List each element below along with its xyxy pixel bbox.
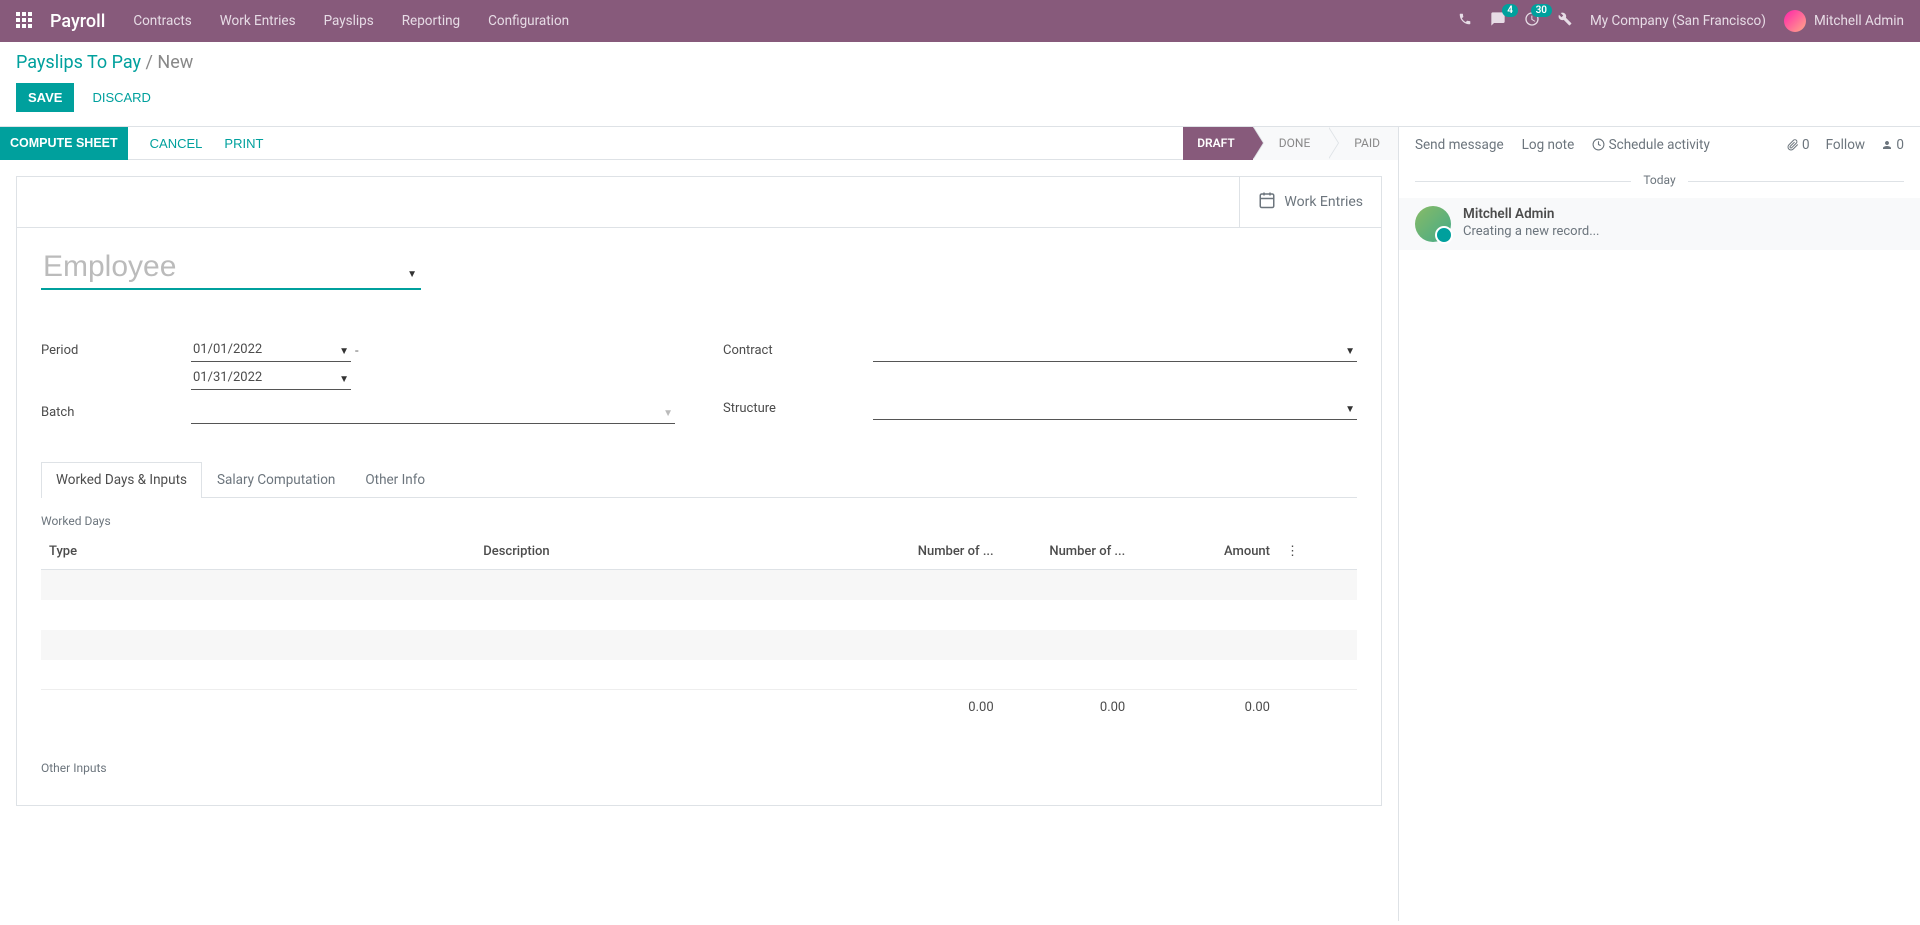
messages-icon[interactable]: 4	[1490, 11, 1506, 31]
other-inputs-heading: Other Inputs	[41, 761, 1357, 775]
messages-badge: 4	[1502, 4, 1518, 17]
form-sheet: Work Entries ▼ Period	[16, 176, 1382, 806]
total-amount: 0.00	[1133, 690, 1278, 726]
caret-down-icon: ▼	[663, 408, 673, 419]
col-type: Type	[41, 534, 475, 570]
stage-draft[interactable]: DRAFT	[1183, 127, 1253, 160]
nav-configuration[interactable]: Configuration	[488, 13, 569, 29]
table-row[interactable]	[41, 570, 1357, 600]
save-button[interactable]: SAVE	[16, 83, 74, 112]
follow-button[interactable]: Follow	[1826, 137, 1865, 153]
table-row[interactable]	[41, 630, 1357, 660]
nav-contracts[interactable]: Contracts	[133, 13, 191, 29]
period-from-input[interactable]: 01/01/2022 ▼	[191, 340, 351, 362]
work-entries-label: Work Entries	[1284, 194, 1363, 210]
print-button[interactable]: PRINT	[224, 136, 263, 151]
batch-input[interactable]: ▼	[191, 402, 675, 424]
calendar-icon	[1258, 191, 1276, 213]
message-author: Mitchell Admin	[1463, 206, 1600, 222]
work-entries-stat-button[interactable]: Work Entries	[1239, 177, 1381, 227]
message-body: Creating a new record...	[1463, 224, 1600, 239]
caret-down-icon: ▼	[339, 374, 349, 385]
nav-reporting[interactable]: Reporting	[402, 13, 460, 29]
cancel-button[interactable]: CANCEL	[150, 136, 203, 151]
period-to-input[interactable]: 01/31/2022 ▼	[191, 368, 351, 390]
breadcrumb-parent[interactable]: Payslips To Pay	[16, 52, 141, 73]
tab-other-info[interactable]: Other Info	[350, 462, 440, 497]
apps-icon[interactable]	[16, 12, 34, 30]
tabs: Worked Days & Inputs Salary Computation …	[41, 462, 1357, 498]
chatter-message: Mitchell Admin Creating a new record...	[1399, 198, 1920, 250]
send-message-link[interactable]: Send message	[1415, 137, 1504, 153]
stages: DRAFT DONE PAID	[1183, 127, 1398, 160]
app-brand: Payroll	[50, 11, 105, 32]
user-name: Mitchell Admin	[1814, 13, 1904, 29]
col-days: Number of ...	[870, 534, 1002, 570]
button-box: Work Entries	[17, 177, 1381, 228]
statusbar: COMPUTE SHEET CANCEL PRINT DRAFT DONE PA…	[0, 127, 1398, 160]
compute-sheet-button[interactable]: COMPUTE SHEET	[0, 127, 128, 160]
caret-down-icon: ▼	[1345, 346, 1355, 357]
employee-input[interactable]	[41, 246, 421, 290]
main-content: COMPUTE SHEET CANCEL PRINT DRAFT DONE PA…	[0, 126, 1920, 921]
worked-days-heading: Worked Days	[41, 514, 1357, 528]
schedule-activity-link[interactable]: Schedule activity	[1592, 137, 1710, 153]
debug-icon[interactable]	[1558, 12, 1572, 30]
table-row[interactable]	[41, 660, 1357, 690]
activities-icon[interactable]: 30	[1524, 11, 1540, 31]
activities-badge: 30	[1531, 4, 1552, 17]
chatter: Send message Log note Schedule activity …	[1398, 127, 1920, 921]
control-panel: Payslips To Pay / New SAVE DISCARD	[0, 42, 1920, 126]
chatter-date-separator: Today	[1399, 173, 1920, 188]
contract-input[interactable]: ▼	[873, 340, 1357, 362]
employee-field[interactable]: ▼	[41, 246, 421, 290]
total-days: 0.00	[870, 690, 1002, 726]
main-navbar: Payroll Contracts Work Entries Payslips …	[0, 0, 1920, 42]
user-avatar	[1784, 10, 1806, 32]
total-hours: 0.00	[1002, 690, 1134, 726]
log-note-link[interactable]: Log note	[1522, 137, 1575, 153]
caret-down-icon: ▼	[1345, 404, 1355, 415]
col-description: Description	[475, 534, 870, 570]
batch-label: Batch	[41, 402, 191, 420]
nav-menu: Contracts Work Entries Payslips Reportin…	[133, 13, 1458, 29]
tab-salary-computation[interactable]: Salary Computation	[202, 462, 350, 497]
caret-down-icon: ▼	[339, 346, 349, 357]
systray: 4 30 My Company (San Francisco) Mitchell…	[1458, 10, 1904, 32]
user-menu[interactable]: Mitchell Admin	[1784, 10, 1904, 32]
stage-done[interactable]: DONE	[1253, 127, 1329, 160]
table-row[interactable]	[41, 600, 1357, 630]
breadcrumb: Payslips To Pay / New	[16, 52, 1904, 73]
period-label: Period	[41, 340, 191, 358]
discard-button[interactable]: DISCARD	[92, 90, 151, 105]
nav-work-entries[interactable]: Work Entries	[220, 13, 296, 29]
column-menu-icon[interactable]: ⋮	[1278, 534, 1357, 570]
structure-label: Structure	[723, 398, 873, 416]
breadcrumb-current: New	[157, 52, 193, 73]
attachments-count[interactable]: 0	[1787, 137, 1810, 153]
col-hours: Number of ...	[1002, 534, 1134, 570]
company-selector[interactable]: My Company (San Francisco)	[1590, 13, 1766, 29]
message-avatar	[1415, 206, 1451, 242]
contract-label: Contract	[723, 340, 873, 358]
followers-count[interactable]: 0	[1881, 137, 1904, 153]
tab-worked-days[interactable]: Worked Days & Inputs	[41, 462, 202, 498]
worked-days-table: Type Description Number of ... Number of…	[41, 534, 1357, 725]
phone-icon[interactable]	[1458, 12, 1472, 30]
nav-payslips[interactable]: Payslips	[324, 13, 374, 29]
col-amount: Amount	[1133, 534, 1278, 570]
structure-input[interactable]: ▼	[873, 398, 1357, 420]
